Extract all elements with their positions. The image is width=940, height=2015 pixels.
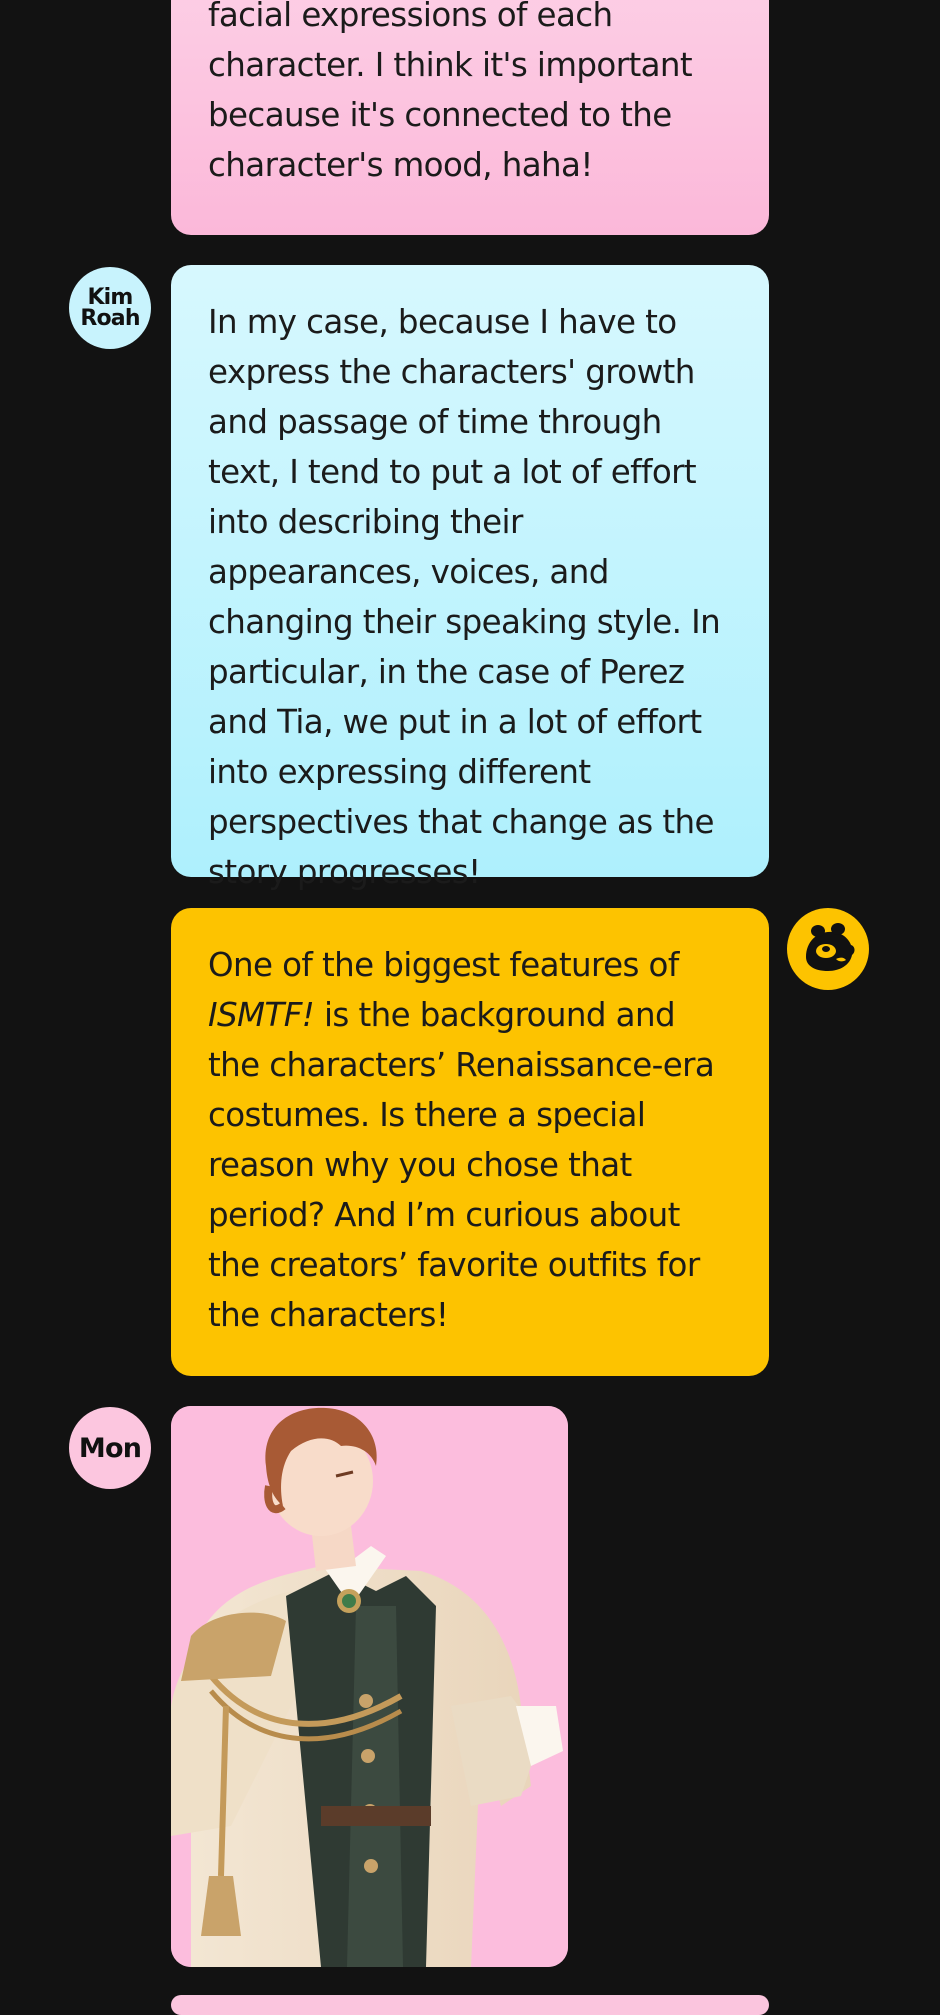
message-bubble-mon-continued: facial expressions of each character. I … <box>171 0 769 235</box>
message-text-end: is the background and the characters’ Re… <box>208 996 715 1334</box>
message-text: One of the biggest features of ISMTF! is… <box>208 940 733 1340</box>
message-bubble-kim-roah: In my case, because I have to express th… <box>171 265 769 891</box>
avatar-label: Mon <box>78 1432 142 1464</box>
avatar-mon: Mon <box>69 1407 151 1489</box>
avatar-kim-roah: Kim Roah <box>69 267 151 349</box>
message-text: facial expressions of each character. I … <box>208 0 693 184</box>
next-message-bubble-edge <box>171 1995 769 2015</box>
series-title: ISMTF! <box>208 996 315 1034</box>
message-text-start: One of the biggest features of <box>208 946 679 984</box>
avatar-label-line2: Roah <box>80 306 140 331</box>
character-illustration <box>171 1406 568 1967</box>
bear-mascot-icon <box>787 908 869 990</box>
message-text: In my case, because I have to express th… <box>208 303 721 891</box>
avatar-label-line1: Kim <box>87 285 133 310</box>
message-bubble-interviewer: One of the biggest features of ISMTF! is… <box>171 908 769 1376</box>
